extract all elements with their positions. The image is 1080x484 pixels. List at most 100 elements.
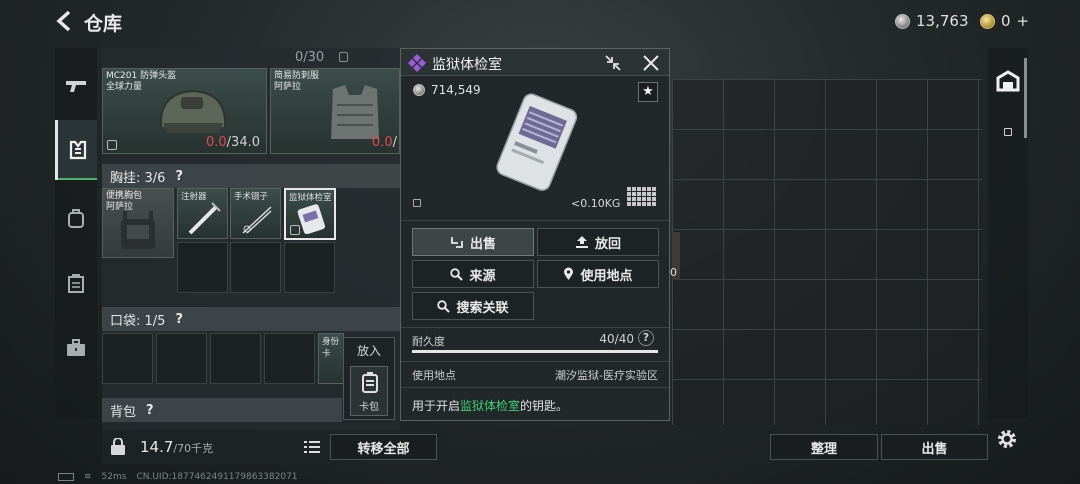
durability-value: 40/40	[599, 332, 634, 346]
settings-gear-icon[interactable]	[996, 428, 1018, 450]
chest-empty-slot[interactable]	[177, 242, 228, 293]
gold-add[interactable]: +	[1017, 12, 1030, 30]
scrollbar[interactable]	[1024, 58, 1027, 138]
organize-button[interactable]: 整理	[770, 434, 878, 460]
sidebar-item-backpack[interactable]	[55, 188, 97, 248]
helmet-brand: 全球力量	[106, 82, 143, 92]
backpack-icon	[68, 209, 84, 228]
no-trade-icon	[107, 140, 117, 150]
no-trade-icon	[290, 225, 300, 235]
chest-item-keycard[interactable]: 监狱体检室	[284, 188, 336, 240]
id-card-label: 身份卡	[322, 337, 340, 359]
card-pack-option[interactable]: 卡包	[350, 366, 388, 416]
briefcase-icon	[67, 339, 85, 356]
gear-capacity: 0/30	[295, 50, 325, 65]
warehouse-icon[interactable]	[996, 70, 1020, 92]
pocket-slot[interactable]	[102, 333, 153, 384]
no-trade-icon	[413, 199, 421, 207]
sidebar-item-gear[interactable]	[55, 120, 97, 180]
sidebar-item-weapons[interactable]	[55, 56, 97, 116]
keycard-rarity-icon	[408, 54, 426, 72]
search-icon	[450, 267, 464, 281]
use-location-row: 使用地点 潮汐监狱-医疗实验区	[412, 367, 658, 383]
search-related-button[interactable]: 搜索关联	[412, 292, 534, 320]
collapse-icon[interactable]	[604, 54, 622, 72]
sidebar-item-storage[interactable]	[55, 253, 97, 313]
card-pack-icon	[362, 372, 378, 393]
price-coin-icon	[413, 84, 425, 96]
box-icon	[68, 274, 84, 293]
sell-icon	[451, 237, 463, 248]
gold-currency[interactable]: 0 +	[980, 10, 1029, 32]
rig-image	[121, 211, 155, 249]
pocket-slot[interactable]	[264, 333, 315, 384]
armor-durability: 0.0/	[371, 135, 397, 150]
pocket-item-id-card[interactable]: 身份卡	[318, 333, 344, 384]
help-icon[interactable]: ?	[146, 403, 154, 418]
chest-rig-slot[interactable]: 便携胸包 阿萨拉	[102, 188, 174, 258]
pocket-header: 口袋: 1/5?	[102, 307, 400, 331]
uid: CN.UID:1877462491179863382071	[136, 472, 298, 482]
rig-name: 便携胸包	[106, 191, 143, 201]
back-arrow-icon[interactable]	[54, 10, 76, 32]
return-button[interactable]: 放回	[537, 228, 659, 256]
durability-label: 耐久度	[412, 335, 445, 348]
sidebar-item-briefcase[interactable]	[55, 318, 97, 378]
storage-grid[interactable]	[672, 79, 982, 425]
help-icon[interactable]: ?	[175, 312, 183, 327]
armor-icon	[69, 140, 86, 160]
chest-empty-slot[interactable]	[284, 242, 335, 293]
item-detail-popup: 监狱体检室 714,549 ★ <0.10KG 出售 放回 来源 使用地点 搜索…	[400, 48, 670, 421]
sell-item-button[interactable]: 出售	[412, 228, 534, 256]
keycard-large-image	[496, 93, 578, 191]
status-bar: ≋ 52ms CN.UID:1877462491179863382071	[58, 472, 298, 482]
weight-value: 14.7/70千克	[140, 438, 214, 456]
source-button[interactable]: 来源	[412, 260, 534, 288]
weight-lock-icon	[111, 438, 125, 455]
popup-header: 监狱体检室	[401, 49, 669, 76]
left-sidebar	[55, 48, 97, 418]
item-description: 用于开启监狱体检室的钥匙。	[412, 399, 569, 413]
use-location-button[interactable]: 使用地点	[537, 260, 659, 288]
latency: 52ms	[101, 472, 127, 482]
lock-icon	[339, 52, 348, 62]
silver-coin-icon	[895, 13, 910, 29]
helmet-name: MC201 防弹头盔	[106, 71, 177, 81]
durability-row: 耐久度 40/40 ?	[412, 330, 658, 349]
pocket-slot[interactable]	[210, 333, 261, 384]
grid-partial-item[interactable]: 0	[670, 232, 680, 280]
close-icon[interactable]	[642, 54, 660, 72]
keycard-image	[297, 204, 326, 234]
transfer-all-button[interactable]: 转移全部	[330, 434, 437, 460]
armor-brand: 阿萨拉	[274, 82, 302, 92]
page-title: 仓库	[84, 13, 123, 35]
chest-item-tweezers[interactable]: 手术镊子	[230, 188, 281, 239]
armor-slot[interactable]: 简易防刺服 阿萨拉 0.0/	[270, 68, 400, 154]
durability-bar-track	[412, 350, 658, 353]
wifi-icon: ≋	[84, 472, 92, 482]
pocket-slot[interactable]	[156, 333, 207, 384]
list-icon[interactable]	[304, 440, 320, 454]
location-pin-icon	[564, 267, 574, 280]
sell-button[interactable]: 出售	[881, 434, 988, 460]
armor-name: 简易防刺服	[274, 71, 320, 81]
chest-empty-slot[interactable]	[230, 242, 281, 293]
backpack-header: 背包?	[102, 398, 342, 422]
helmet-image	[159, 89, 227, 133]
search-icon	[437, 299, 451, 313]
gold-coin-icon	[980, 13, 995, 29]
favorite-star-icon[interactable]: ★	[638, 82, 658, 102]
gun-icon	[66, 81, 86, 92]
gold-amount: 0	[1001, 12, 1011, 30]
durability-bar-fill	[412, 350, 658, 353]
upload-icon	[575, 236, 588, 248]
chest-item-syringe[interactable]: 注射器	[177, 188, 228, 239]
item-price: 714,549	[431, 83, 481, 97]
right-sidebar	[988, 48, 1028, 418]
helmet-slot[interactable]: MC201 防弹头盔 全球力量 0.0/34.0	[102, 68, 267, 154]
tweezers-image	[242, 206, 272, 234]
help-icon[interactable]: ?	[638, 330, 654, 346]
help-icon[interactable]: ?	[175, 169, 183, 184]
put-in-option[interactable]: 放入	[344, 342, 394, 359]
helmet-durability: 0.0/34.0	[205, 135, 260, 150]
